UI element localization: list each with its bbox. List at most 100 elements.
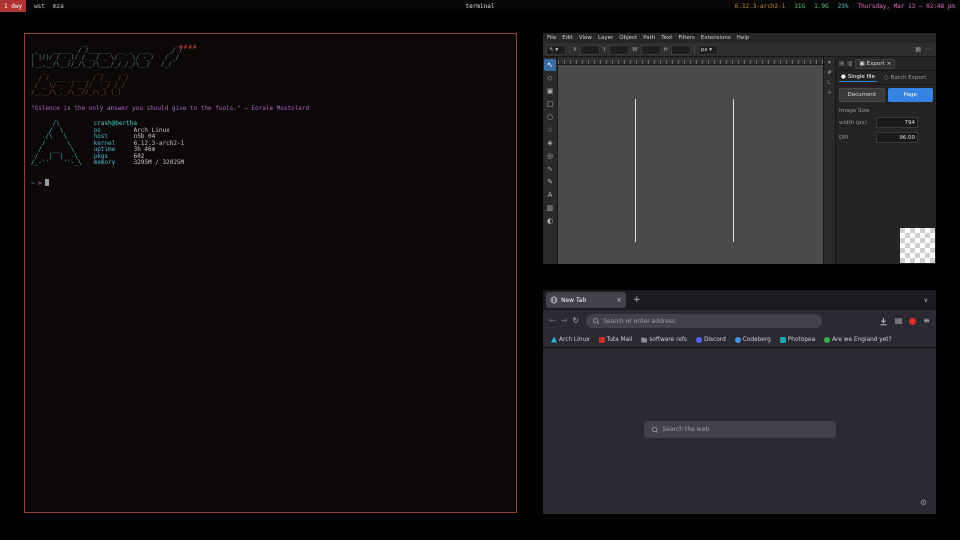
statusbar-item-wst[interactable]: wst: [34, 3, 45, 10]
export-page-button[interactable]: Page: [888, 88, 934, 102]
downloads-icon[interactable]: [879, 317, 888, 326]
inkscape-canvas-column: [558, 57, 823, 264]
field-x-input[interactable]: [580, 45, 600, 55]
statusbar-item-mza[interactable]: mza: [53, 3, 64, 10]
menu-edit[interactable]: Edit: [562, 35, 573, 41]
bookmarks-bar: Arch Linux Tuta Mail software refs Disco…: [543, 332, 936, 348]
firefox-window[interactable]: New Tab × + ∨ ← → ↻ Search or enter addr…: [543, 290, 936, 514]
field-x-label: X: [573, 47, 577, 53]
fetch-value: 3295M / 32025M: [134, 159, 185, 166]
active-tab[interactable]: New Tab ×: [546, 292, 626, 308]
gradient-tool-icon[interactable]: ▥: [544, 202, 556, 214]
toolbar-right-icons: ▤ ≡: [879, 317, 930, 326]
bookmark-label: Photopea: [788, 337, 815, 343]
field-w-input[interactable]: [641, 45, 661, 55]
dpi-input[interactable]: 96.00: [876, 132, 918, 143]
shape-builder-tool-icon[interactable]: ▣: [544, 85, 556, 97]
bookmark-arch-linux[interactable]: Arch Linux: [551, 337, 590, 343]
snap-point-icon[interactable]: ·: [829, 100, 831, 106]
toolbar-separator: [694, 45, 695, 54]
export-dock-header: ▤ ▥ ▣ Export ×: [836, 57, 936, 71]
horizontal-ruler: [558, 57, 823, 65]
list-all-tabs-icon[interactable]: ∨: [924, 297, 933, 304]
selector-tool-icon[interactable]: ↖: [544, 59, 556, 71]
snap-grid-icon[interactable]: #: [827, 70, 832, 76]
menu-text[interactable]: Text: [661, 35, 672, 41]
units-dropdown[interactable]: px ▾: [698, 45, 718, 55]
spiral-tool-icon[interactable]: ◎: [544, 150, 556, 162]
bookmark-photopea[interactable]: Photopea: [780, 337, 815, 343]
box3d-tool-icon[interactable]: ◈: [544, 137, 556, 149]
menu-layer[interactable]: Layer: [598, 35, 613, 41]
node-editor-tool-icon[interactable]: ◇: [544, 72, 556, 84]
dock-icon-b[interactable]: ▥: [847, 61, 852, 67]
personalize-gear-icon[interactable]: ⚙: [920, 498, 927, 507]
ellipse-tool-icon[interactable]: ○: [544, 111, 556, 123]
bookmark-folder-software-refs[interactable]: software refs: [641, 337, 687, 343]
inkscape-toolbox: ↖ ◇ ▣ □ ○ ☆ ◈ ◎ ∿ ✎ A ▥ ◐: [543, 57, 558, 264]
width-input[interactable]: 794: [876, 117, 918, 128]
url-bar[interactable]: Search or enter address: [586, 314, 822, 328]
menu-object[interactable]: Object: [619, 35, 637, 41]
export-width-row: width (px) 794: [836, 115, 936, 130]
inkscape-window[interactable]: File Edit View Layer Object Path Text Fi…: [543, 33, 936, 264]
menu-view[interactable]: View: [579, 35, 592, 41]
inkscape-menubar: File Edit View Layer Object Path Text Fi…: [543, 33, 936, 43]
batch-export-tab[interactable]: ○ Batch Export: [882, 73, 928, 82]
snap-dropdown-icon[interactable]: ▾: [828, 60, 831, 66]
export-tab-close-icon[interactable]: ×: [887, 61, 892, 67]
search-placeholder: Search the web: [663, 426, 710, 433]
export-tab-label: Export: [867, 61, 885, 67]
selection-mode-dropdown[interactable]: ↖ ▾: [546, 45, 566, 55]
snap-node-icon[interactable]: +: [827, 90, 832, 96]
bookmark-tuta-mail[interactable]: Tuta Mail: [599, 337, 633, 343]
menu-help[interactable]: Help: [737, 35, 750, 41]
star-tool-icon[interactable]: ☆: [544, 124, 556, 136]
toolbar-overflow-icon[interactable]: ⋯: [925, 46, 931, 53]
text-tool-icon[interactable]: A: [544, 189, 556, 201]
radio-icon: ●: [841, 74, 846, 80]
prompt-symbol: >: [38, 179, 42, 187]
shell-prompt[interactable]: ~>: [31, 179, 510, 187]
bookmark-label: Are we England yet?: [832, 337, 892, 343]
export-mode-tabs: ● Single file ○ Batch Export: [836, 71, 936, 85]
extension-red-dot-icon[interactable]: [909, 318, 916, 325]
menu-extensions[interactable]: Extensions: [701, 35, 731, 41]
rectangle-tool-icon[interactable]: □: [544, 98, 556, 110]
new-tab-search-input[interactable]: Search the web: [644, 421, 836, 438]
menu-file[interactable]: File: [547, 35, 556, 41]
menu-filters[interactable]: Filters: [678, 35, 695, 41]
field-y-input[interactable]: [609, 45, 629, 55]
navigation-bar: ← → ↻ Search or enter address ▤ ≡: [543, 310, 936, 332]
bookmark-codeberg[interactable]: Codeberg: [735, 337, 771, 343]
bookmark-are-we-england-yet[interactable]: Are we England yet?: [824, 337, 892, 343]
globe-icon: [550, 296, 558, 304]
dock-icon-a[interactable]: ▤: [839, 61, 844, 67]
prompt-path: ~: [31, 179, 35, 187]
export-document-button[interactable]: Document: [839, 88, 885, 102]
single-file-label: Single file: [848, 74, 875, 80]
discord-favicon: [696, 337, 702, 343]
reload-button[interactable]: ↻: [572, 317, 579, 325]
forward-button[interactable]: →: [561, 317, 568, 325]
menu-hamburger-icon[interactable]: ≡: [923, 317, 930, 325]
single-file-tab[interactable]: ● Single file: [839, 73, 877, 82]
toolbar-extra-icon[interactable]: ▤: [915, 46, 921, 53]
radio-icon: ○: [884, 75, 889, 81]
dropper-tool-icon[interactable]: ◐: [544, 215, 556, 227]
close-tab-icon[interactable]: ×: [616, 296, 622, 304]
menu-path[interactable]: Path: [643, 35, 655, 41]
library-icon[interactable]: ▤: [895, 317, 903, 325]
field-h-input[interactable]: [671, 45, 691, 55]
terminal-window[interactable]: __ __ _ _____ / /______ __ _ ___ _/ / | …: [24, 33, 517, 513]
workspace-tag[interactable]: 1 dwy: [0, 0, 26, 12]
export-dock-tab[interactable]: ▣ Export ×: [855, 59, 895, 69]
pencil-tool-icon[interactable]: ∿: [544, 163, 556, 175]
new-tab-button[interactable]: +: [633, 295, 641, 305]
toolbar-separator: [569, 45, 570, 54]
bookmark-discord[interactable]: Discord: [696, 337, 726, 343]
back-button[interactable]: ←: [549, 317, 556, 325]
pen-tool-icon[interactable]: ✎: [544, 176, 556, 188]
inkscape-canvas[interactable]: [558, 65, 823, 264]
snap-angle-icon[interactable]: ∟: [827, 80, 832, 86]
